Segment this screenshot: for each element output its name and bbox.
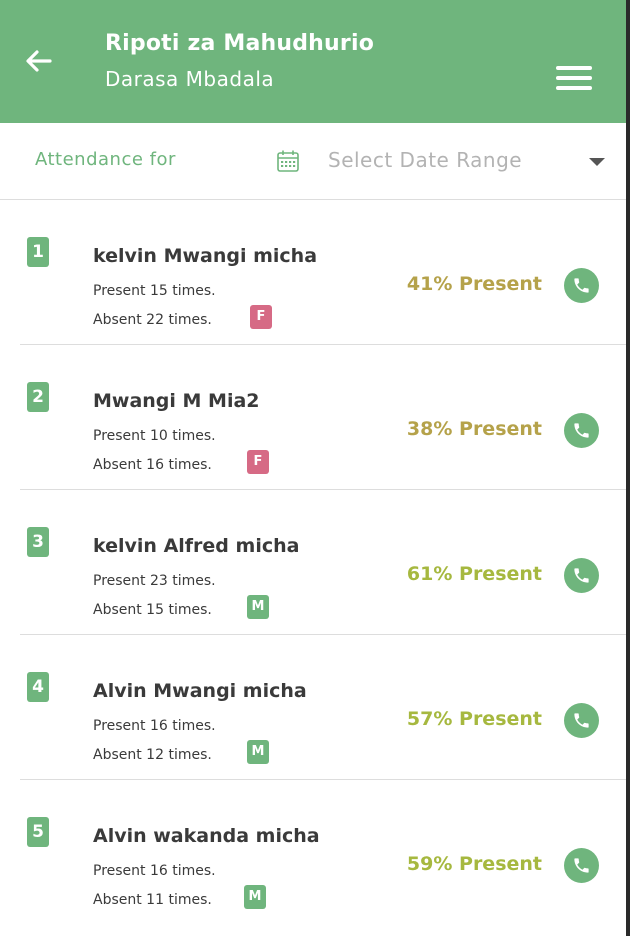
scrollbar xyxy=(626,0,630,936)
gender-badge: M xyxy=(247,740,269,764)
row-index: 4 xyxy=(27,672,49,702)
present-count: Present 23 times. xyxy=(93,573,216,589)
phone-call-button[interactable] xyxy=(564,558,599,593)
date-range-select[interactable]: Select Date Range xyxy=(328,148,522,172)
phone-call-button[interactable] xyxy=(564,268,599,303)
menu-icon[interactable] xyxy=(556,66,592,94)
list-item[interactable]: 3 kelvin Alfred micha Present 23 times. … xyxy=(20,490,626,635)
present-count: Present 16 times. xyxy=(93,718,216,734)
student-list: 1 kelvin Mwangi micha Present 15 times. … xyxy=(0,200,626,924)
list-item[interactable]: 5 Alvin wakanda micha Present 16 times. … xyxy=(20,780,626,924)
list-item[interactable]: 4 Alvin Mwangi micha Present 16 times. A… xyxy=(20,635,626,780)
list-item[interactable]: 2 Mwangi M Mia2 Present 10 times. Absent… xyxy=(20,345,626,490)
dropdown-caret-icon[interactable] xyxy=(589,158,605,166)
phone-call-button[interactable] xyxy=(564,703,599,738)
present-count: Present 15 times. xyxy=(93,283,216,299)
student-name: Mwangi M Mia2 xyxy=(93,390,260,412)
phone-icon xyxy=(574,858,589,873)
phone-call-button[interactable] xyxy=(564,848,599,883)
phone-icon xyxy=(574,423,589,438)
absent-count: Absent 11 times. xyxy=(93,892,212,908)
gender-badge: F xyxy=(247,450,269,474)
phone-call-button[interactable] xyxy=(564,413,599,448)
calendar-icon[interactable] xyxy=(276,149,300,173)
student-name: Alvin Mwangi micha xyxy=(93,680,307,702)
present-count: Present 16 times. xyxy=(93,863,216,879)
app-bar: Ripoti za Mahudhurio Darasa Mbadala xyxy=(0,0,626,123)
phone-icon xyxy=(574,278,589,293)
student-name: Alvin wakanda micha xyxy=(93,825,320,847)
list-item[interactable]: 1 kelvin Mwangi micha Present 15 times. … xyxy=(20,200,626,345)
gender-badge: F xyxy=(250,305,272,329)
phone-icon xyxy=(574,713,589,728)
absent-count: Absent 15 times. xyxy=(93,602,212,618)
back-arrow-icon[interactable] xyxy=(20,44,56,80)
gender-badge: M xyxy=(244,885,266,909)
absent-count: Absent 22 times. xyxy=(93,312,212,328)
date-filter-bar: Attendance for Select Date Range xyxy=(0,123,626,200)
attendance-percent: 61% Present xyxy=(406,563,542,585)
phone-icon xyxy=(574,568,589,583)
attendance-percent: 57% Present xyxy=(406,708,542,730)
gender-badge: M xyxy=(247,595,269,619)
row-index: 3 xyxy=(27,527,49,557)
page-subtitle: Darasa Mbadala xyxy=(105,67,275,91)
absent-count: Absent 12 times. xyxy=(93,747,212,763)
page-title: Ripoti za Mahudhurio xyxy=(105,31,375,56)
present-count: Present 10 times. xyxy=(93,428,216,444)
row-index: 5 xyxy=(27,817,49,847)
absent-count: Absent 16 times. xyxy=(93,457,212,473)
student-name: kelvin Mwangi micha xyxy=(93,245,318,267)
attendance-for-label: Attendance for xyxy=(35,149,176,170)
attendance-percent: 41% Present xyxy=(406,273,542,295)
row-index: 1 xyxy=(27,237,49,267)
row-index: 2 xyxy=(27,382,49,412)
student-name: kelvin Alfred micha xyxy=(93,535,300,557)
attendance-percent: 38% Present xyxy=(406,418,542,440)
attendance-percent: 59% Present xyxy=(406,853,542,875)
